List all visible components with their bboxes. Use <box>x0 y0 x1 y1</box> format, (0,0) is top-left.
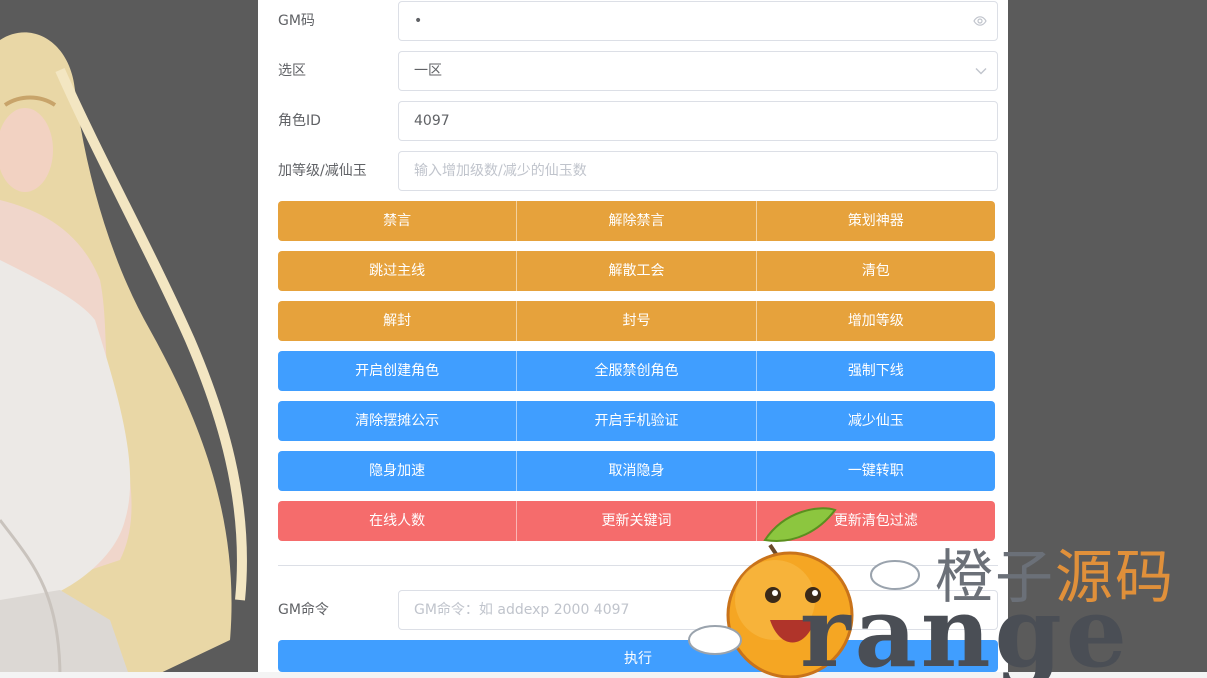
mute-button[interactable]: 禁言 <box>278 201 517 241</box>
enable-create-role-button[interactable]: 开启创建角色 <box>278 351 517 391</box>
gm-code-label: GM码 <box>278 13 315 29</box>
action-row-2: 跳过主线 解散工会 清包 <box>278 251 995 291</box>
stealth-speed-button[interactable]: 隐身加速 <box>278 451 517 491</box>
role-id-input[interactable]: 4097 <box>398 101 998 141</box>
skip-main-quest-button[interactable]: 跳过主线 <box>278 251 517 291</box>
level-label: 加等级/减仙玉 <box>278 163 367 179</box>
zone-label: 选区 <box>278 63 306 79</box>
action-row-6: 隐身加速 取消隐身 一键转职 <box>278 451 995 491</box>
gm-code-row: GM码 • <box>278 1 998 41</box>
one-click-job-change-button[interactable]: 一键转职 <box>755 451 995 491</box>
section-divider <box>278 565 998 566</box>
enable-phone-verify-button[interactable]: 开启手机验证 <box>516 401 756 441</box>
gm-panel: GM码 • 选区 一区 角色ID 4097 加等级/减仙玉 输入增加级数/减少的… <box>258 0 1008 672</box>
reduce-jade-button[interactable]: 减少仙玉 <box>755 401 995 441</box>
action-row-3: 解封 封号 增加等级 <box>278 301 995 341</box>
disable-create-role-button[interactable]: 全服禁创角色 <box>516 351 756 391</box>
role-id-row: 角色ID 4097 <box>278 101 998 141</box>
chevron-down-icon[interactable] <box>975 52 987 90</box>
cancel-stealth-button[interactable]: 取消隐身 <box>516 451 756 491</box>
unmute-button[interactable]: 解除禁言 <box>516 201 756 241</box>
action-row-4: 开启创建角色 全服禁创角色 强制下线 <box>278 351 995 391</box>
disband-guild-button[interactable]: 解散工会 <box>516 251 756 291</box>
zone-select[interactable]: 一区 <box>398 51 998 91</box>
role-id-value: 4097 <box>414 113 450 129</box>
gm-code-value: • <box>414 13 423 29</box>
gm-command-placeholder: GM命令：如 addexp 2000 4097 <box>414 602 630 618</box>
gm-command-label: GM命令 <box>278 602 329 618</box>
zone-row: 选区 一区 <box>278 51 998 91</box>
watermark-latin: range <box>800 576 1131 678</box>
online-count-button[interactable]: 在线人数 <box>278 501 517 541</box>
force-offline-button[interactable]: 强制下线 <box>755 351 995 391</box>
background-character-illustration <box>0 0 258 678</box>
zone-value: 一区 <box>414 63 442 79</box>
level-row: 加等级/减仙玉 输入增加级数/减少的仙玉数 <box>278 151 998 191</box>
role-id-label: 角色ID <box>278 113 321 129</box>
unban-button[interactable]: 解封 <box>278 301 517 341</box>
ban-account-button[interactable]: 封号 <box>516 301 756 341</box>
eye-icon[interactable] <box>973 2 987 40</box>
clear-bag-button[interactable]: 清包 <box>755 251 995 291</box>
action-row-7: 在线人数 更新关键词 更新清包过滤 <box>278 501 995 541</box>
action-row-1: 禁言 解除禁言 策划神器 <box>278 201 995 241</box>
add-level-button[interactable]: 增加等级 <box>755 301 995 341</box>
clear-stall-notice-button[interactable]: 清除摆摊公示 <box>278 401 517 441</box>
action-row-5: 清除摆摊公示 开启手机验证 减少仙玉 <box>278 401 995 441</box>
level-input[interactable]: 输入增加级数/减少的仙玉数 <box>398 151 998 191</box>
gm-code-input[interactable]: • <box>398 1 998 41</box>
planner-artifact-button[interactable]: 策划神器 <box>755 201 995 241</box>
level-placeholder: 输入增加级数/减少的仙玉数 <box>414 163 587 179</box>
update-keywords-button[interactable]: 更新关键词 <box>516 501 756 541</box>
